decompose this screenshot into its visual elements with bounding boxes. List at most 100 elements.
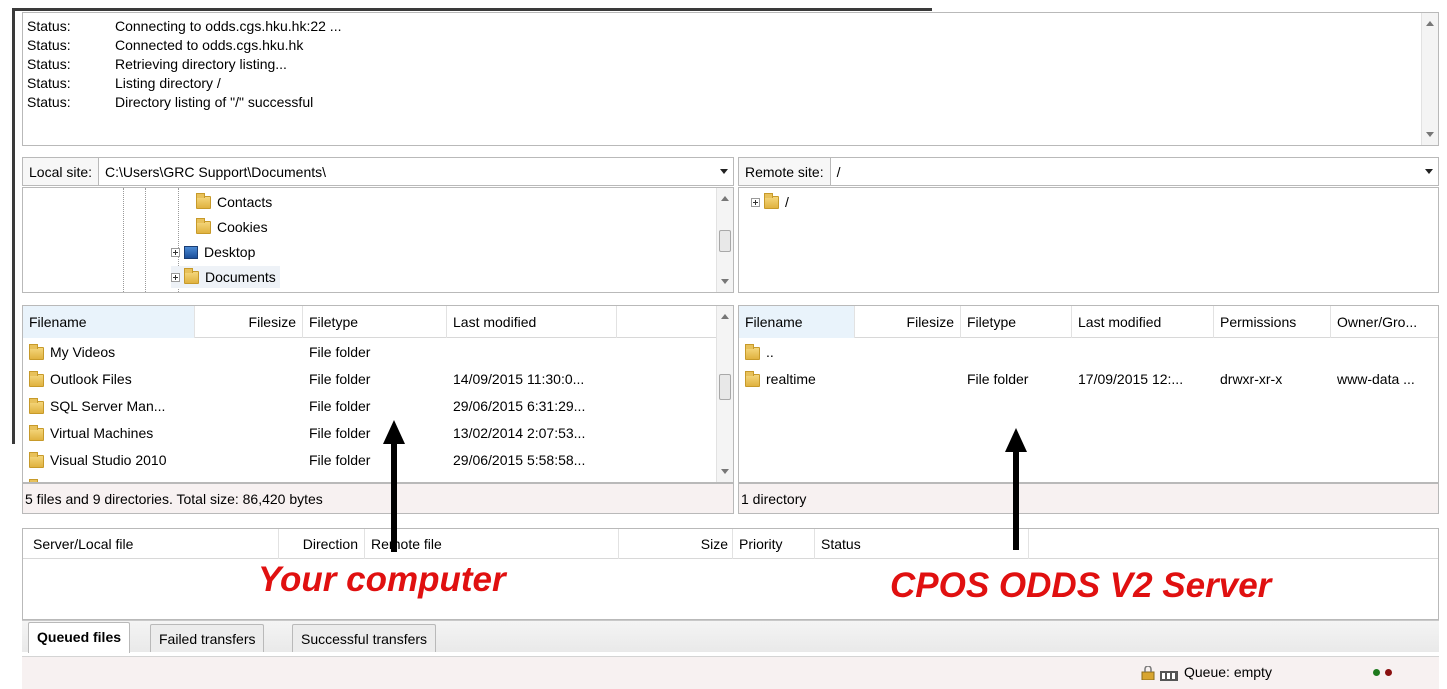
- table-cell: [855, 339, 955, 366]
- folder-icon: [764, 192, 779, 209]
- table-row[interactable]: Visual Studio 2010 File folder 29/06/2015 …: [23, 447, 715, 474]
- log-line: Status: Directory listing of "/" successf…: [27, 94, 314, 110]
- table-cell: File folder: [967, 366, 1072, 393]
- log-line: Status: Connecting to odds.cgs.hku.hk:22 …: [27, 18, 342, 34]
- column-header-last-modified[interactable]: Last modified: [1072, 306, 1214, 338]
- download-indicator-icon: [1385, 669, 1392, 676]
- cell-modified: 14/09/2015 11:30:0...: [453, 371, 585, 387]
- local-list-scrollbar[interactable]: [716, 306, 733, 482]
- folder-icon: [29, 370, 44, 387]
- queue-tab-bar: Queued files Failed transfers Successful…: [22, 620, 1439, 653]
- arrow-shaft-right: [1013, 450, 1019, 550]
- local-file-list[interactable]: Filename Filesize Filetype Last modified…: [22, 305, 734, 483]
- tab-failed-transfers[interactable]: Failed transfers: [150, 624, 265, 652]
- table-cell: Outlook Files: [29, 366, 195, 393]
- arrow-head-right: [1005, 428, 1027, 452]
- cell-type: File folder: [967, 371, 1029, 387]
- tab-successful-transfers[interactable]: Successful transfers: [292, 624, 437, 652]
- table-row[interactable]: Virtual Machines File folder 13/02/2014 2:…: [23, 420, 715, 447]
- remote-directory-tree[interactable]: /: [738, 187, 1439, 293]
- table-cell: File folder: [309, 339, 447, 366]
- column-header-filesize[interactable]: Filesize: [195, 306, 303, 338]
- column-header-filename[interactable]: Filename: [739, 306, 855, 338]
- local-site-label: Local site:: [23, 158, 100, 185]
- scroll-thumb[interactable]: [719, 230, 731, 252]
- scroll-up-icon[interactable]: [1426, 21, 1434, 26]
- folder-icon: [184, 267, 199, 284]
- cell-type: File folder: [309, 425, 371, 441]
- chevron-down-icon[interactable]: [715, 158, 733, 185]
- column-header-permissions[interactable]: Permissions: [1214, 306, 1331, 338]
- table-cell: [195, 420, 297, 447]
- column-header-last-modified[interactable]: Last modified: [447, 306, 617, 338]
- log-line: Status: Retrieving directory listing...: [27, 56, 287, 72]
- column-header-status[interactable]: Status: [815, 529, 1029, 559]
- column-header-server-local-file[interactable]: Server/Local file: [23, 529, 279, 559]
- table-cell: 29/06/2015 5:58:58...: [453, 447, 623, 474]
- table-cell: [195, 339, 297, 366]
- table-cell: 29/06/2015 6:31:29...: [453, 393, 623, 420]
- table-cell: File folder: [309, 447, 447, 474]
- column-header-filename[interactable]: Filename: [23, 306, 195, 338]
- arrow-shaft-left: [391, 442, 397, 552]
- remote-file-list[interactable]: Filename Filesize Filetype Last modified…: [738, 305, 1439, 483]
- chevron-down-icon[interactable]: [1420, 158, 1438, 185]
- scroll-down-icon[interactable]: [721, 469, 729, 474]
- column-header-filetype[interactable]: Filetype: [961, 306, 1072, 338]
- folder-icon: [29, 451, 44, 468]
- scroll-up-icon[interactable]: [721, 314, 729, 319]
- scroll-up-icon[interactable]: [721, 196, 729, 201]
- table-row[interactable]: Outlook Files File folder 14/09/2015 11:30…: [23, 366, 715, 393]
- scroll-thumb[interactable]: [719, 374, 731, 400]
- expand-icon[interactable]: [171, 247, 180, 257]
- scroll-down-icon[interactable]: [1426, 132, 1434, 137]
- annotation-server: CPOS ODDS V2 Server: [890, 566, 1272, 605]
- cell-name: My Videos: [50, 344, 116, 360]
- table-cell: www-data ...: [1337, 366, 1438, 393]
- column-header-remote-file[interactable]: Remote file: [365, 529, 619, 559]
- table-row[interactable]: Default.rdp2,050 Remote Deskt... 21/09/201…: [23, 474, 715, 482]
- desktop-icon: [184, 245, 198, 259]
- local-tree-scrollbar[interactable]: [716, 188, 733, 292]
- local-directory-tree[interactable]: Contacts Cookies Desktop Documents: [22, 187, 734, 293]
- tree-item-contacts[interactable]: Contacts: [196, 191, 272, 213]
- table-cell: File folder: [309, 393, 447, 420]
- tree-item-cookies[interactable]: Cookies: [196, 216, 268, 238]
- column-header-direction[interactable]: Direction: [279, 529, 365, 559]
- tree-item-desktop[interactable]: Desktop: [171, 241, 255, 263]
- queue-header: Server/Local file Direction Remote file …: [23, 529, 1438, 559]
- local-list-header: Filename Filesize Filetype Last modified: [23, 306, 733, 338]
- table-cell: [1337, 339, 1438, 366]
- table-cell: ..: [745, 339, 855, 366]
- folder-icon: [745, 370, 760, 387]
- table-cell: [1078, 339, 1214, 366]
- window-top-edge: [12, 8, 932, 11]
- column-header-filetype[interactable]: Filetype: [303, 306, 447, 338]
- table-row[interactable]: realtime File folder 17/09/2015 12:... drwx…: [739, 366, 1438, 393]
- table-cell: [453, 339, 623, 366]
- table-row[interactable]: My Videos File folder: [23, 339, 715, 366]
- local-site-path-input[interactable]: C:\Users\GRC Support\Documents\: [99, 164, 715, 180]
- status-bar: Queue: empty: [22, 656, 1439, 689]
- column-header-owner-group[interactable]: Owner/Gro...: [1331, 306, 1438, 338]
- remote-site-path-input[interactable]: /: [831, 164, 1420, 180]
- log-scrollbar[interactable]: [1421, 13, 1438, 145]
- cell-name: Virtual Machines: [50, 425, 154, 441]
- cell-type: File folder: [309, 371, 371, 387]
- table-cell: 13/02/2014 2:07:53...: [453, 420, 623, 447]
- cell-type: File folder: [309, 398, 371, 414]
- expand-icon[interactable]: [751, 197, 760, 207]
- scroll-down-icon[interactable]: [721, 279, 729, 284]
- tab-queued-files[interactable]: Queued files: [28, 622, 131, 653]
- column-header-size[interactable]: Size: [619, 529, 733, 559]
- table-row[interactable]: SQL Server Man... File folder 29/06/2015 6…: [23, 393, 715, 420]
- expand-icon[interactable]: [171, 272, 180, 282]
- tree-item-documents[interactable]: Documents: [171, 266, 280, 288]
- tree-item-root[interactable]: /: [751, 191, 789, 213]
- column-header-filesize[interactable]: Filesize: [855, 306, 961, 338]
- table-row[interactable]: ..: [739, 339, 1438, 366]
- table-cell: File folder: [309, 366, 447, 393]
- message-log[interactable]: Status: Connecting to odds.cgs.hku.hk:22 …: [22, 12, 1439, 146]
- column-header-priority[interactable]: Priority: [733, 529, 815, 559]
- binary-icon: [1160, 668, 1178, 681]
